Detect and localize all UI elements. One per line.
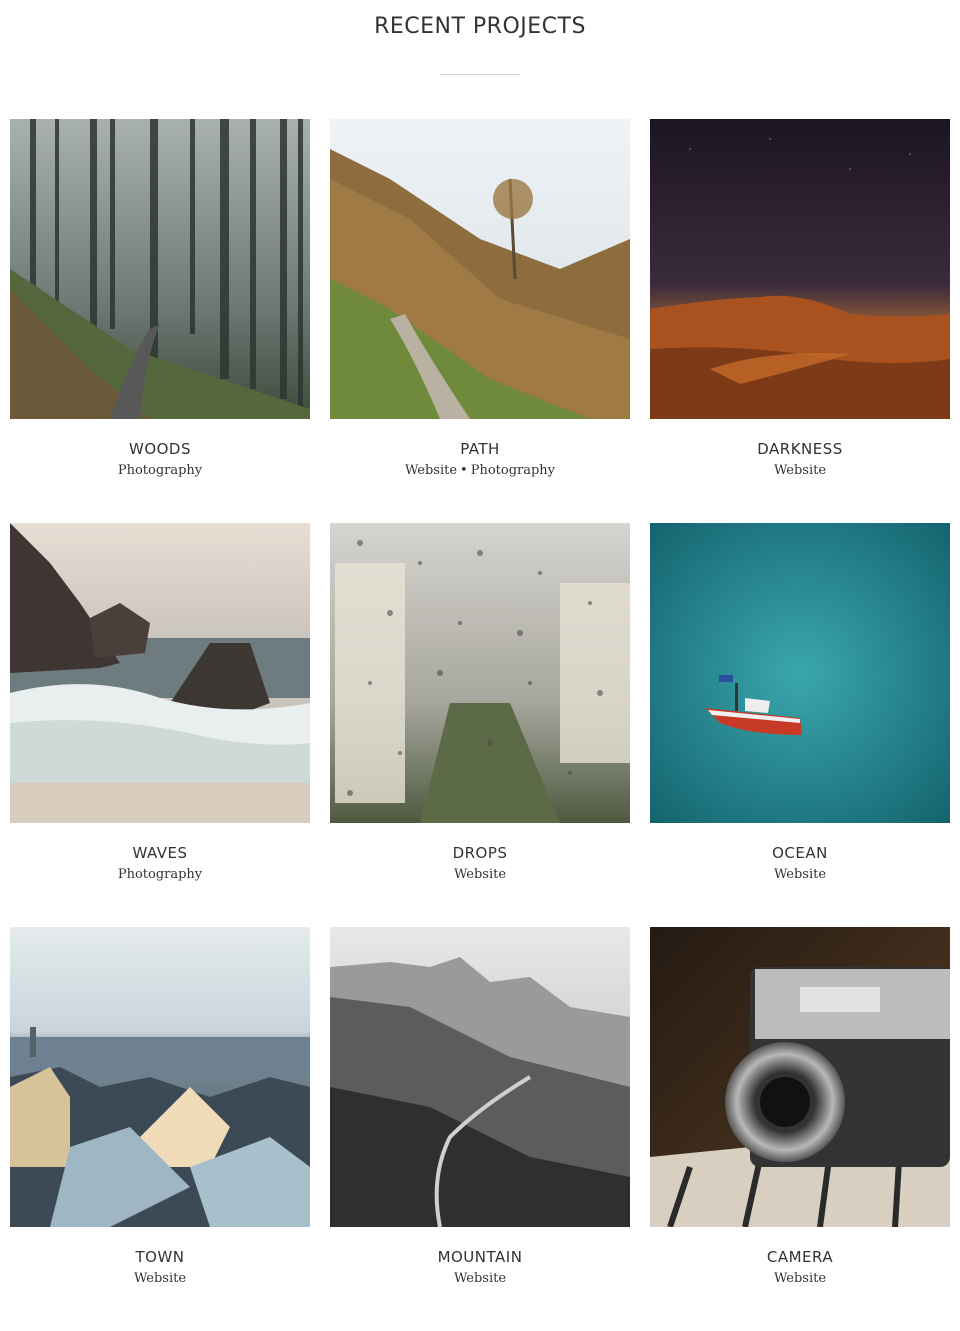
desert-dune-image: [650, 119, 950, 419]
category-link[interactable]: Photography: [118, 463, 202, 478]
project-categories: Website: [10, 1271, 310, 1287]
project-title[interactable]: DARKNESS: [650, 440, 950, 458]
project-title[interactable]: MOUNTAIN: [330, 1248, 630, 1266]
category-link[interactable]: Website: [774, 463, 826, 478]
category-link[interactable]: Website: [454, 867, 506, 882]
section-title: RECENT PROJECTS: [374, 14, 586, 39]
project-categories: Website: [650, 463, 950, 479]
category-link[interactable]: Website: [454, 1271, 506, 1286]
project-card: DARKNESS Website: [650, 119, 950, 479]
category-separator: •: [460, 463, 468, 478]
project-card: TOWN Website: [10, 927, 310, 1287]
project-title[interactable]: PATH: [330, 440, 630, 458]
bw-mountain-image: [330, 927, 630, 1227]
autumn-mountain-image: [330, 119, 630, 419]
project-categories: Website: [650, 1271, 950, 1287]
title-divider: [440, 74, 520, 75]
project-categories: Photography: [10, 463, 310, 479]
project-card: WOODS Photography: [10, 119, 310, 479]
project-card: MOUNTAIN Website: [330, 927, 630, 1287]
project-title[interactable]: CAMERA: [650, 1248, 950, 1266]
project-thumbnail-drops[interactable]: [330, 523, 630, 823]
project-thumbnail-ocean[interactable]: [650, 523, 950, 823]
category-link[interactable]: Website: [405, 463, 457, 478]
project-title[interactable]: WAVES: [10, 844, 310, 862]
vintage-camera-image: [650, 927, 950, 1227]
category-link[interactable]: Website: [774, 867, 826, 882]
project-title[interactable]: WOODS: [10, 440, 310, 458]
project-thumbnail-path[interactable]: [330, 119, 630, 419]
project-categories: Website • Photography: [330, 463, 630, 479]
project-thumbnail-camera[interactable]: [650, 927, 950, 1227]
project-card: CAMERA Website: [650, 927, 950, 1287]
raindrops-window-image: [330, 523, 630, 823]
project-card: WAVES Photography: [10, 523, 310, 883]
category-link[interactable]: Website: [134, 1271, 186, 1286]
project-categories: Website: [330, 1271, 630, 1287]
project-thumbnail-town[interactable]: [10, 927, 310, 1227]
project-categories: Photography: [10, 867, 310, 883]
rocky-beach-image: [10, 523, 310, 823]
project-categories: Website: [330, 867, 630, 883]
category-link[interactable]: Photography: [118, 867, 202, 882]
project-title[interactable]: TOWN: [10, 1248, 310, 1266]
project-card: PATH Website • Photography: [330, 119, 630, 479]
red-boat-sea-image: [650, 523, 950, 823]
category-link[interactable]: Website: [774, 1271, 826, 1286]
misty-forest-image: [10, 119, 310, 419]
project-thumbnail-mountain[interactable]: [330, 927, 630, 1227]
snowy-town-image: [10, 927, 310, 1227]
project-thumbnail-woods[interactable]: [10, 119, 310, 419]
project-card: DROPS Website: [330, 523, 630, 883]
project-thumbnail-waves[interactable]: [10, 523, 310, 823]
project-title[interactable]: OCEAN: [650, 844, 950, 862]
project-thumbnail-darkness[interactable]: [650, 119, 950, 419]
category-link[interactable]: Photography: [471, 463, 555, 478]
project-title[interactable]: DROPS: [330, 844, 630, 862]
project-card: OCEAN Website: [650, 523, 950, 883]
project-categories: Website: [650, 867, 950, 883]
